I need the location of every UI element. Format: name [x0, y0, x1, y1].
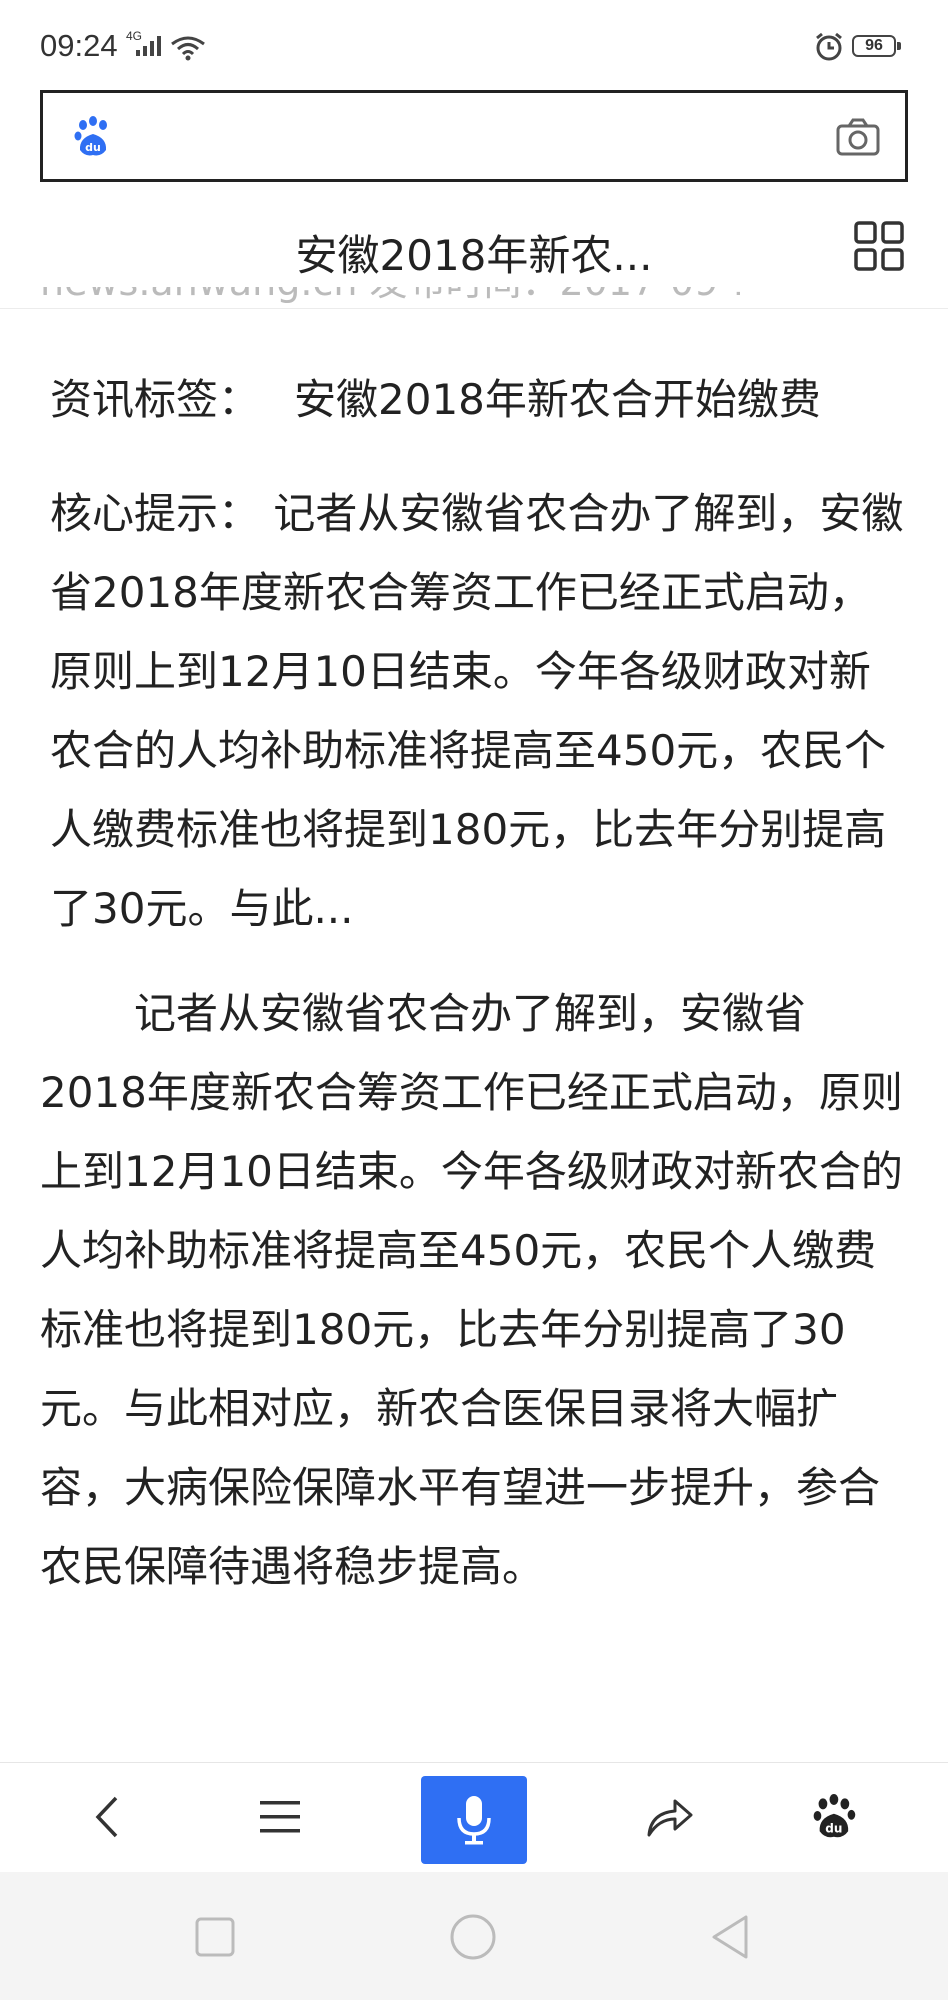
signal-icon — [136, 36, 161, 56]
partially-scrolled-text: news.ahwang.cn 发布时间：2017-09-14 — [40, 287, 740, 307]
alarm-icon — [816, 32, 842, 61]
voice-search-button[interactable] — [421, 1776, 527, 1864]
menu-button[interactable] — [240, 1777, 320, 1857]
menu-icon — [260, 1801, 300, 1833]
baidu-paw-icon: du — [813, 1794, 856, 1838]
article-summary: 核心提示： 记者从安徽省农合办了解到，安徽省2018年度新农合筹资工作已经正式启… — [40, 474, 908, 948]
bottom-toolbar: du — [0, 1762, 948, 1873]
baidu-home-button[interactable]: du — [795, 1777, 875, 1857]
baidu-paw-icon: du — [74, 116, 107, 156]
search-input[interactable]: du — [40, 90, 908, 182]
share-button[interactable] — [630, 1777, 710, 1857]
svg-text:du: du — [85, 141, 101, 154]
status-time: 09:24 — [40, 28, 118, 63]
svg-text:du: du — [825, 1821, 842, 1835]
page-title: 安徽2018年新农... — [295, 231, 653, 280]
summary-label: 核心提示： — [50, 489, 261, 538]
article-content: 资讯标签： 安徽2018年新农合开始缴费 核心提示： 记者从安徽省农合办了解到，安… — [40, 370, 908, 1606]
status-bar: 09:24 4G 96 — [0, 0, 948, 90]
back-triangle-icon[interactable] — [706, 1912, 756, 1962]
summary-text: 记者从安徽省农合办了解到，安徽省2018年度新农合筹资工作已经正式启动，原则上到… — [50, 489, 904, 933]
battery-level: 96 — [852, 35, 896, 57]
wifi-icon — [171, 36, 205, 61]
share-icon — [647, 1799, 693, 1837]
partial-source-line: news.ahwang.cn 发布时间：2017-09-14 — [40, 287, 740, 301]
camera-icon[interactable] — [835, 117, 881, 157]
tags-line: 资讯标签： 安徽2018年新农合开始缴费 — [40, 370, 908, 430]
microphone-icon — [457, 1796, 491, 1845]
grid-icon[interactable] — [853, 220, 905, 272]
tags-label: 资讯标签： — [50, 375, 261, 424]
article-body: 记者从安徽省农合办了解到，安徽省2018年度新农合筹资工作已经正式启动，原则上到… — [40, 989, 903, 1591]
back-button[interactable] — [68, 1777, 148, 1857]
back-icon — [95, 1796, 118, 1838]
system-navigation-bar — [0, 1872, 948, 2000]
battery-indicator: 96 — [852, 35, 902, 59]
tags-value: 安徽2018年新农合开始缴费 — [294, 375, 821, 424]
recent-apps-icon[interactable] — [190, 1912, 240, 1962]
battery-cap — [897, 42, 901, 50]
home-icon[interactable] — [448, 1912, 498, 1962]
